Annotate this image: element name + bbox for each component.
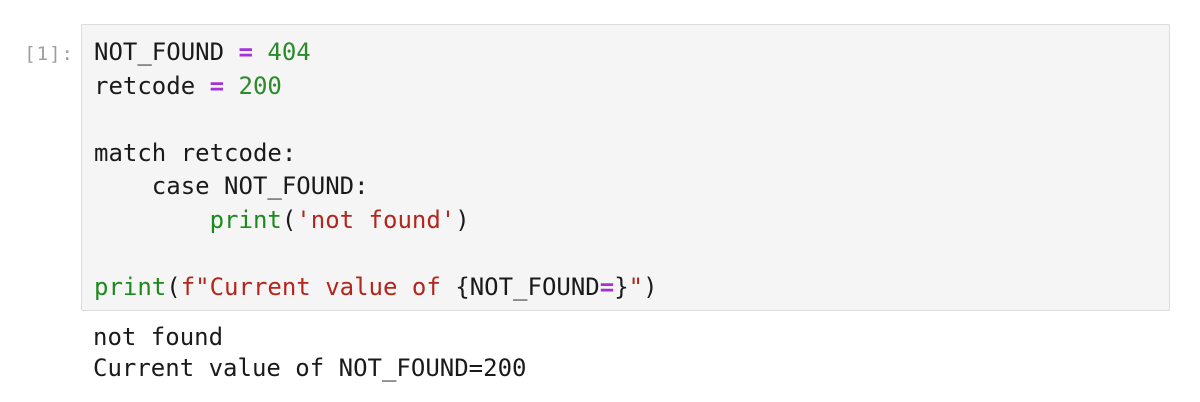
- code-token-plain: case NOT_FOUND:: [94, 172, 369, 200]
- code-token-plain: ): [455, 205, 470, 234]
- code-line: case NOT_FOUND:: [94, 170, 658, 204]
- code-token-plain: (: [166, 272, 181, 301]
- code-line: match retcode:: [94, 137, 658, 171]
- code-token-plain: {NOT_FOUND: [455, 272, 600, 301]
- execution-count-prompt: [1]:: [24, 43, 74, 65]
- code-cell-input[interactable]: NOT_FOUND = 404 retcode = 200 match retco…: [81, 24, 1170, 311]
- code-token-builtin: print: [209, 205, 282, 234]
- output-line: not found: [93, 323, 224, 351]
- code-token-plain: ): [643, 272, 658, 301]
- code-token-plain: match retcode:: [94, 138, 297, 167]
- code-token-num: 404: [267, 38, 311, 66]
- code-token-op: =: [599, 272, 615, 301]
- code-line: print('not found'): [94, 204, 658, 238]
- code-token-builtin: print: [94, 272, 167, 301]
- code-line: retcode = 200: [94, 70, 658, 104]
- code-token-str: ": [628, 272, 644, 301]
- code-token-str: 'not found': [296, 205, 456, 234]
- code-token-plain: }: [614, 272, 629, 301]
- code-line: NOT_FOUND = 404: [94, 36, 658, 70]
- cell-output: not found Current value of NOT_FOUND=200: [93, 322, 526, 384]
- code-token-plain: retcode: [94, 71, 210, 100]
- code-line: print(f"Current value of {NOT_FOUND=}"): [94, 271, 658, 305]
- output-line: Current value of NOT_FOUND=200: [93, 354, 527, 382]
- code-token-op: =: [209, 71, 225, 100]
- code-token-plain: NOT_FOUND: [94, 38, 239, 66]
- code-token-plain: (: [281, 205, 297, 234]
- code-token-num: 200: [238, 71, 282, 100]
- code-token-str: f"Current value of: [180, 272, 456, 301]
- code-editor[interactable]: NOT_FOUND = 404 retcode = 200 match retco…: [94, 36, 658, 304]
- code-token-op: =: [238, 38, 253, 66]
